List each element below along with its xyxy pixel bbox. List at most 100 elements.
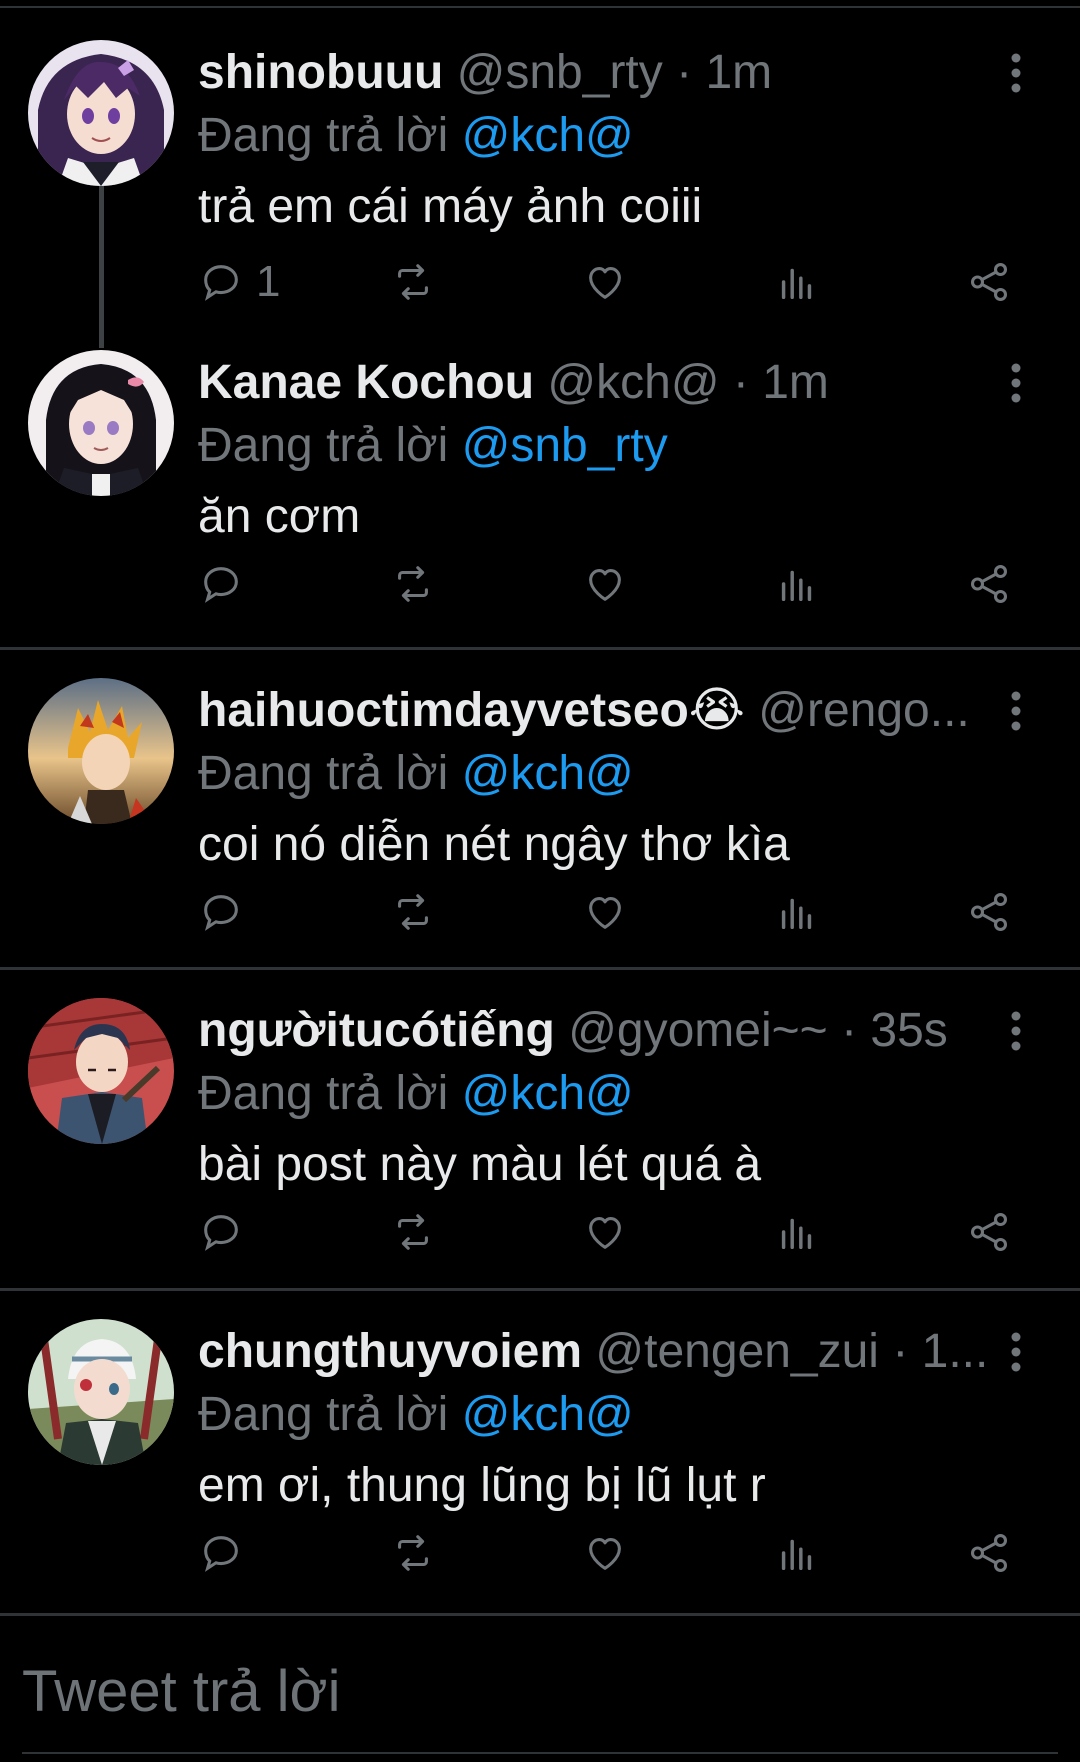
tweet-text: ăn cơm xyxy=(198,490,361,543)
views-button[interactable] xyxy=(774,552,820,616)
more-vertical-icon xyxy=(1011,363,1021,403)
like-button[interactable] xyxy=(582,552,628,616)
display-name[interactable]: haihuoctimdayvetseo😭 xyxy=(198,684,745,737)
retweet-button[interactable] xyxy=(390,1200,436,1264)
share-icon xyxy=(970,565,1008,603)
separator-dot: · xyxy=(841,1004,858,1057)
avatar[interactable] xyxy=(28,350,174,496)
user-handle[interactable]: @rengo... xyxy=(758,684,970,737)
more-button[interactable] xyxy=(996,358,1036,408)
tweet-header: chungthuyvoiem @tengen_zui · 1... xyxy=(198,1319,1000,1385)
bar-chart-icon xyxy=(781,898,812,930)
replying-prefix: Đang trả lời xyxy=(198,747,449,800)
tweet-content: Kanae Kochou @kch@ · 1m Đang trả lời @sn… xyxy=(198,350,1000,550)
separator-dot: · xyxy=(676,46,693,99)
action-bar xyxy=(190,880,1030,944)
reply-button[interactable]: 1 xyxy=(198,250,280,314)
avatar[interactable] xyxy=(28,998,174,1144)
reply-icon xyxy=(204,265,238,301)
more-button[interactable] xyxy=(996,1327,1036,1377)
like-button[interactable] xyxy=(582,250,628,314)
replying-prefix: Đang trả lời xyxy=(198,1388,449,1441)
reply-count: 1 xyxy=(256,257,281,306)
user-handle[interactable]: @kch@ xyxy=(547,356,719,409)
views-button[interactable] xyxy=(774,1521,820,1585)
tweet-shinobuuu[interactable]: shinobuuu @snb_rty · 1m Đang trả lời @kc… xyxy=(0,12,1080,322)
tweet-nguoitucotieng[interactable]: ngườitucótiếng @gyomei~~ · 35s Đang trả … xyxy=(0,970,1080,1291)
avatar[interactable] xyxy=(28,678,174,824)
retweet-button[interactable] xyxy=(390,1521,436,1585)
retweet-icon xyxy=(398,1214,428,1250)
tweet-header: haihuoctimdayvetseo😭 @rengo... xyxy=(198,678,1000,744)
share-button[interactable] xyxy=(966,1200,1012,1264)
tweet-haihuoctimdayvetseo[interactable]: haihuoctimdayvetseo😭 @rengo... Đang trả … xyxy=(0,650,1080,970)
tweet-kanae-kochou[interactable]: Kanae Kochou @kch@ · 1m Đang trả lời @sn… xyxy=(0,322,1080,650)
display-name[interactable]: shinobuuu xyxy=(198,46,443,99)
retweet-button[interactable] xyxy=(390,250,436,314)
replying-prefix: Đang trả lời xyxy=(198,1067,449,1120)
action-bar xyxy=(190,1200,1030,1264)
separator-dot: · xyxy=(892,1325,909,1378)
share-button[interactable] xyxy=(966,1521,1012,1585)
share-button[interactable] xyxy=(966,552,1012,616)
avatar[interactable] xyxy=(28,40,174,186)
share-icon xyxy=(970,1534,1008,1572)
replying-mention[interactable]: @kch@ xyxy=(462,1388,634,1441)
reply-button[interactable] xyxy=(198,1521,256,1585)
top-divider xyxy=(0,0,1080,8)
reply-button[interactable] xyxy=(198,880,256,944)
bar-chart-icon xyxy=(781,1539,812,1571)
reply-icon xyxy=(204,567,238,603)
reply-icon xyxy=(204,1536,238,1572)
tweet-header: ngườitucótiếng @gyomei~~ · 35s xyxy=(198,998,1000,1064)
tweet-content: haihuoctimdayvetseo😭 @rengo... Đang trả … xyxy=(198,678,1000,878)
timestamp[interactable]: 1m xyxy=(705,46,772,99)
tweet-chungthuyvoiem[interactable]: chungthuyvoiem @tengen_zui · 1... Đang t… xyxy=(0,1291,1080,1613)
like-button[interactable] xyxy=(582,1200,628,1264)
replying-to: Đang trả lời @kch@ xyxy=(198,1385,1000,1445)
thread-line xyxy=(99,186,104,322)
replying-to: Đang trả lời @kch@ xyxy=(198,106,1000,166)
replying-mention[interactable]: @kch@ xyxy=(462,747,634,800)
user-handle[interactable]: @tengen_zui xyxy=(595,1325,879,1378)
share-icon xyxy=(970,263,1008,301)
share-button[interactable] xyxy=(966,250,1012,314)
user-handle[interactable]: @gyomei~~ xyxy=(568,1004,828,1057)
views-button[interactable] xyxy=(774,880,820,944)
more-button[interactable] xyxy=(996,48,1036,98)
user-handle[interactable]: @snb_rty xyxy=(457,46,663,99)
thread-line xyxy=(99,322,104,348)
bar-chart-icon xyxy=(781,1218,812,1250)
retweet-button[interactable] xyxy=(390,880,436,944)
more-button[interactable] xyxy=(996,686,1036,736)
tweet-text: bài post này màu lét quá à xyxy=(198,1138,762,1191)
display-name[interactable]: Kanae Kochou xyxy=(198,356,534,409)
tweet-text: coi nó diễn nét ngây thơ kìa xyxy=(198,818,790,871)
timestamp[interactable]: 1m xyxy=(762,356,829,409)
timestamp[interactable]: 35s xyxy=(870,1004,947,1057)
heart-icon xyxy=(589,897,621,929)
retweet-button[interactable] xyxy=(390,552,436,616)
more-button[interactable] xyxy=(996,1006,1036,1056)
like-button[interactable] xyxy=(582,880,628,944)
tweet-content: ngườitucótiếng @gyomei~~ · 35s Đang trả … xyxy=(198,998,1000,1198)
heart-icon xyxy=(589,267,621,299)
timestamp[interactable]: 1... xyxy=(922,1325,989,1378)
reply-button[interactable] xyxy=(198,1200,256,1264)
replying-to: Đang trả lời @kch@ xyxy=(198,744,1000,804)
display-name[interactable]: chungthuyvoiem xyxy=(198,1325,582,1378)
share-button[interactable] xyxy=(966,880,1012,944)
replying-mention[interactable]: @snb_rty xyxy=(462,419,668,472)
reply-input[interactable] xyxy=(22,1656,1022,1726)
like-button[interactable] xyxy=(582,1521,628,1585)
views-button[interactable] xyxy=(774,1200,820,1264)
reply-composer xyxy=(0,1613,1080,1762)
replying-mention[interactable]: @kch@ xyxy=(462,1067,634,1120)
views-button[interactable] xyxy=(774,250,820,314)
replying-mention[interactable]: @kch@ xyxy=(462,109,634,162)
reply-button[interactable] xyxy=(198,552,256,616)
tweet-header: shinobuuu @snb_rty · 1m xyxy=(198,40,1000,106)
avatar[interactable] xyxy=(28,1319,174,1465)
display-name[interactable]: ngườitucótiếng xyxy=(198,1004,555,1057)
separator-dot: · xyxy=(732,356,749,409)
